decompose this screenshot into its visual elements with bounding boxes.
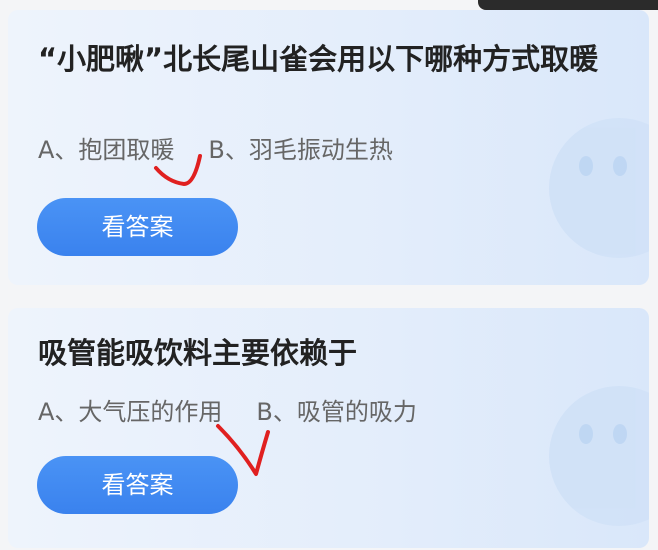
question-text: 吸管能吸饮料主要依赖于 [38,336,358,370]
view-answer-button[interactable]: 看答案 [37,456,238,514]
question-text: “小肥啾”北长尾山雀会用以下哪种方式取暖 [38,42,599,76]
options-row: A、大气压的作用 B、吸管的吸力 [38,392,417,427]
option-a: A、抱团取暖 [38,136,175,164]
mascot-ghost-icon [549,118,649,258]
view-answer-button[interactable]: 看答案 [37,198,238,256]
option-a: A、大气压的作用 [38,398,223,426]
option-b: B、羽毛振动生热 [208,136,393,164]
question-card-1: “小肥啾”北长尾山雀会用以下哪种方式取暖 A、抱团取暖 B、羽毛振动生热 看答案 [8,10,649,285]
option-b: B、吸管的吸力 [256,398,417,426]
mascot-ghost-icon [549,386,649,526]
status-bar-edge [478,0,658,10]
options-row: A、抱团取暖 B、羽毛振动生热 [38,130,393,165]
question-card-2: 吸管能吸饮料主要依赖于 A、大气压的作用 B、吸管的吸力 看答案 [8,308,649,548]
